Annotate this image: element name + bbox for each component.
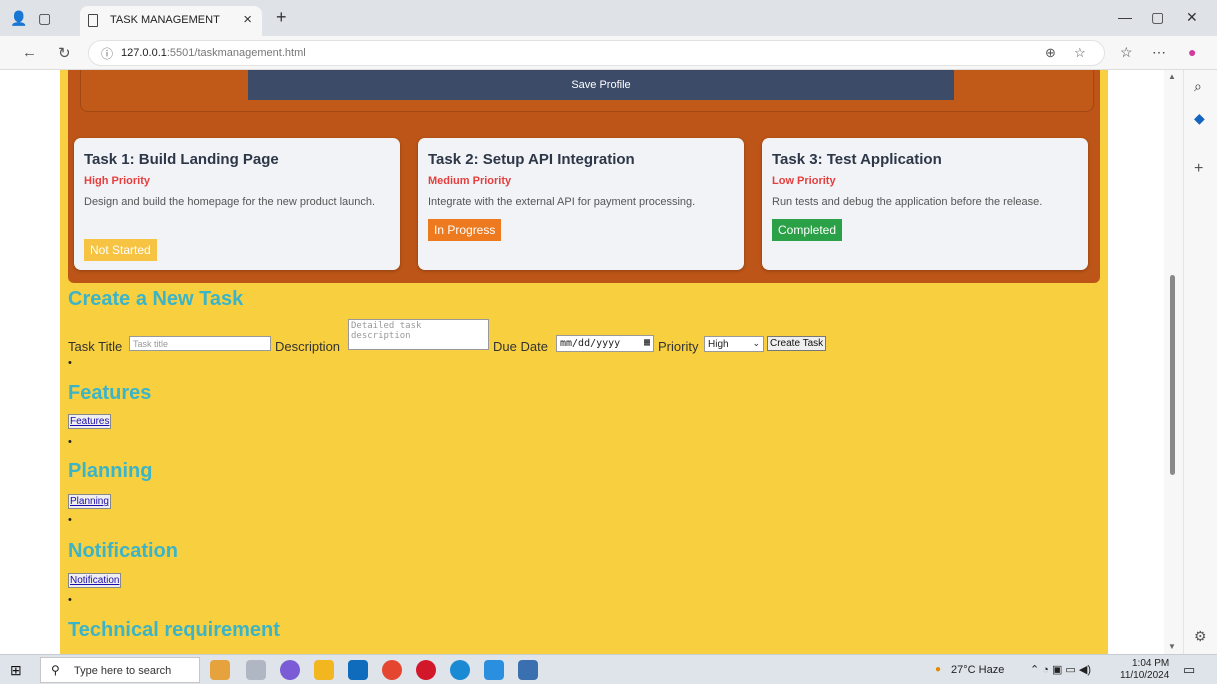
copilot-app-icon[interactable] — [280, 660, 300, 680]
search-icon: ⚲ — [51, 663, 60, 677]
minimize-icon[interactable]: — — [1118, 9, 1132, 25]
widgets-icon[interactable] — [210, 660, 230, 680]
status-badge: Not Started — [84, 239, 157, 261]
task-priority: Medium Priority — [428, 175, 512, 187]
file-explorer-icon[interactable] — [314, 660, 334, 680]
task-card-2: Task 2: Setup API Integration Medium Pri… — [418, 138, 744, 270]
document-icon — [88, 14, 98, 27]
zoom-icon[interactable]: ⊕ — [1045, 45, 1056, 61]
list-bullet: • — [68, 357, 72, 369]
priority-select[interactable]: High ⌄ — [704, 336, 764, 352]
task-priority: Low Priority — [772, 175, 836, 187]
description-textarea[interactable]: Detailed task description — [348, 319, 489, 350]
refresh-icon[interactable]: ↻ — [58, 44, 71, 62]
browser-tab[interactable]: TASK MANAGEMENT × — [80, 6, 262, 36]
due-date-input[interactable]: mm/dd/yyyy ▦ — [556, 335, 654, 352]
task-priority: High Priority — [84, 175, 151, 187]
restore-icon[interactable]: ▢ — [1151, 9, 1164, 26]
windows-taskbar: ⊞ ⚲ Type here to search ● 27°C Haze ⌃ ◔ … — [0, 654, 1217, 684]
search-icon[interactable]: ⌕ — [1194, 78, 1202, 95]
page-viewport: Save Profile Task 1: Build Landing Page … — [0, 70, 1164, 654]
features-link[interactable]: Features — [68, 414, 112, 429]
favorite-star-icon[interactable]: ☆ — [1074, 45, 1086, 61]
more-menu-icon[interactable]: ⋯ — [1152, 44, 1166, 61]
settings-gear-icon[interactable]: ⚙ — [1194, 628, 1207, 645]
scroll-thumb[interactable] — [1170, 275, 1175, 475]
browser-sidebar: ⌕ ◆ + ⚙ — [1183, 70, 1217, 654]
clock-time[interactable]: 1:04 PM — [1132, 658, 1169, 669]
create-task-form: Task Title Task title Description Detail… — [68, 319, 968, 356]
list-bullet: • — [68, 514, 72, 526]
weather-text[interactable]: 27°C Haze — [951, 664, 1004, 676]
chevron-down-icon: ⌄ — [752, 338, 760, 348]
planning-link[interactable]: Planning — [68, 494, 111, 509]
create-task-heading: Create a New Task — [68, 288, 244, 310]
task-title-label: Task Title — [68, 339, 123, 354]
profile-icon[interactable]: 👤 — [10, 10, 27, 27]
notifications-icon[interactable]: ▭ — [1183, 662, 1195, 678]
task-view-icon[interactable] — [246, 660, 266, 680]
save-profile-button[interactable]: Save Profile — [248, 70, 954, 100]
url-text: 127.0.0.1:5501/taskmanagement.html — [121, 47, 306, 59]
edge-icon[interactable] — [450, 660, 470, 680]
info-icon[interactable]: ⓘ — [101, 45, 113, 62]
favorites-icon[interactable]: ☆ — [1120, 44, 1133, 61]
chrome-icon[interactable] — [382, 660, 402, 680]
browser-titlebar: 👤 ▢ TASK MANAGEMENT × + — ▢ ✕ — [0, 0, 1217, 36]
calendar-icon[interactable]: ▦ — [644, 337, 650, 348]
section-heading-planning: Planning — [68, 460, 153, 482]
page-body: Save Profile Task 1: Build Landing Page … — [60, 70, 1108, 654]
address-bar[interactable]: ⓘ 127.0.0.1:5501/taskmanagement.html ⊕ ☆ — [88, 40, 1105, 66]
opera-icon[interactable] — [416, 660, 436, 680]
new-tab-button[interactable]: + — [276, 7, 287, 28]
section-heading-features: Features — [68, 382, 152, 404]
task-title: Task 2: Setup API Integration — [428, 151, 635, 168]
task-card-1: Task 1: Build Landing Page High Priority… — [74, 138, 400, 270]
outlook-icon[interactable] — [348, 660, 368, 680]
task-description: Design and build the homepage for the ne… — [84, 196, 376, 208]
task-section: Save Profile Task 1: Build Landing Page … — [68, 70, 1100, 283]
vscode-icon[interactable] — [484, 660, 504, 680]
create-task-button[interactable]: Create Task — [767, 336, 827, 351]
vertical-scrollbar[interactable]: ▲ ▼ — [1164, 70, 1183, 654]
clock-date[interactable]: 11/10/2024 — [1120, 670, 1169, 681]
copilot-icon[interactable]: ● — [1188, 44, 1196, 60]
app-icon[interactable] — [518, 660, 538, 680]
task-card-3: Task 3: Test Application Low Priority Ru… — [762, 138, 1088, 270]
status-badge: In Progress — [428, 219, 502, 241]
task-title: Task 3: Test Application — [772, 151, 942, 168]
task-description: Integrate with the external API for paym… — [428, 196, 696, 208]
tab-actions-icon[interactable]: ▢ — [38, 10, 51, 27]
task-title-input[interactable]: Task title — [129, 336, 271, 351]
close-tab-icon[interactable]: × — [243, 11, 252, 28]
priority-label: Priority — [658, 339, 699, 354]
notification-link[interactable]: Notification — [68, 573, 122, 588]
address-bar-row: ← ↻ ⓘ 127.0.0.1:5501/taskmanagement.html… — [0, 36, 1217, 70]
taskbar-search[interactable]: ⚲ Type here to search — [40, 657, 200, 683]
section-heading-notification: Notification — [68, 540, 178, 562]
scroll-up-icon[interactable]: ▲ — [1168, 72, 1176, 81]
task-description: Run tests and debug the application befo… — [772, 196, 1043, 208]
profile-panel: Save Profile — [80, 70, 1094, 112]
description-label: Description — [275, 339, 341, 354]
back-icon[interactable]: ← — [22, 44, 37, 61]
tray-icons[interactable]: ⌃ ◔ ▣ ▭ ◀) — [1030, 663, 1091, 676]
search-placeholder: Type here to search — [74, 665, 172, 677]
windows-start-icon[interactable]: ⊞ — [10, 662, 22, 679]
scroll-down-icon[interactable]: ▼ — [1168, 642, 1176, 651]
task-title: Task 1: Build Landing Page — [84, 151, 279, 168]
due-date-label: Due Date — [493, 339, 548, 354]
weather-icon: ● — [935, 664, 942, 675]
shopping-icon[interactable]: ◆ — [1194, 110, 1205, 127]
section-heading-technical: Technical requirement — [68, 619, 280, 641]
close-window-icon[interactable]: ✕ — [1186, 9, 1198, 26]
status-badge: Completed — [772, 219, 843, 241]
list-bullet: • — [68, 436, 72, 448]
tab-title: TASK MANAGEMENT — [110, 14, 220, 26]
list-bullet: • — [68, 594, 72, 606]
add-sidebar-icon[interactable]: + — [1194, 160, 1203, 178]
